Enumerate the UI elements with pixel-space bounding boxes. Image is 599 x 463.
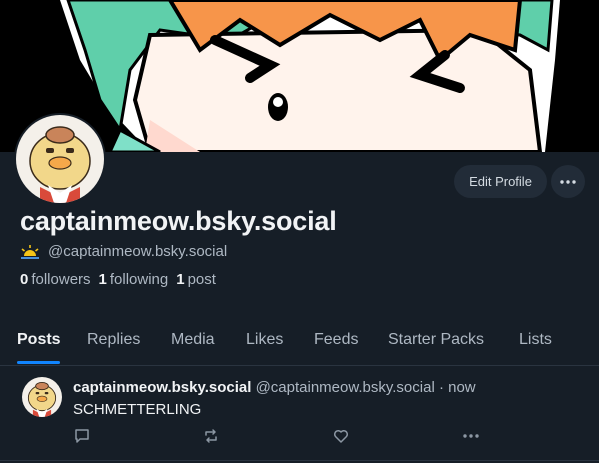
like-icon[interactable] (333, 428, 349, 444)
more-icon[interactable] (462, 428, 480, 444)
feed-post[interactable]: captainmeow.bsky.social @captainmeow.bsk… (0, 365, 599, 463)
posts-label: post (187, 271, 216, 288)
following-count: 1 (98, 271, 107, 288)
posts-stat: 1 post (176, 271, 216, 288)
post-divider (0, 460, 599, 461)
sun-icon (21, 244, 39, 259)
followers-count: 0 (20, 271, 29, 288)
edit-profile-button[interactable]: Edit Profile (454, 165, 547, 198)
tab-lists[interactable]: Lists (519, 331, 552, 349)
post-header: captainmeow.bsky.social @captainmeow.bsk… (73, 379, 476, 396)
active-tab-indicator (17, 361, 60, 364)
following-label: following (109, 271, 169, 288)
profile-handle: @captainmeow.bsky.social (48, 243, 228, 260)
following-stat[interactable]: 1 following (99, 271, 169, 288)
reply-icon[interactable] (74, 428, 90, 444)
profile-stats: 0 followers 1 following 1 post (20, 271, 216, 288)
profile-avatar[interactable] (16, 115, 104, 203)
followers-label: followers (31, 271, 91, 288)
profile-more-button[interactable] (551, 165, 585, 198)
tab-likes[interactable]: Likes (246, 331, 283, 349)
post-author[interactable]: captainmeow.bsky.social (73, 379, 251, 396)
tab-replies[interactable]: Replies (87, 331, 140, 349)
tab-feeds[interactable]: Feeds (314, 331, 358, 349)
post-handle-time: @captainmeow.bsky.social · now (255, 379, 476, 396)
profile-tabs: Posts Replies Media Likes Feeds Starter … (0, 320, 599, 366)
tab-media[interactable]: Media (171, 331, 215, 349)
profile-display-name: captainmeow.bsky.social (20, 206, 337, 236)
avatar-image (16, 115, 104, 203)
tab-posts[interactable]: Posts (17, 331, 61, 349)
profile-handle-row: @captainmeow.bsky.social (20, 243, 227, 260)
post-avatar[interactable] (22, 377, 62, 417)
tab-starter-packs[interactable]: Starter Packs (388, 331, 484, 349)
post-avatar-image (22, 377, 62, 417)
repost-icon[interactable] (203, 428, 219, 444)
posts-count: 1 (176, 271, 185, 288)
followers-stat[interactable]: 0 followers (20, 271, 91, 288)
post-text: SCHMETTERLING (73, 401, 202, 418)
ellipsis-icon (560, 179, 576, 184)
